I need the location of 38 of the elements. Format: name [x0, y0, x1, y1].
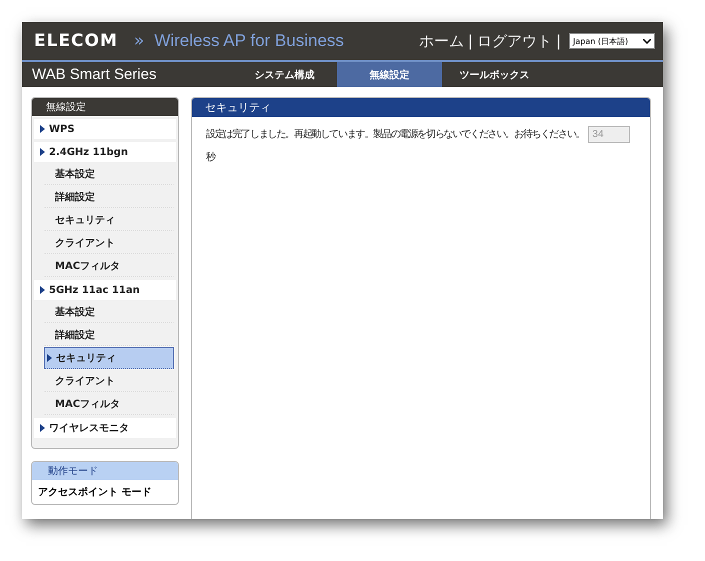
menu-group[interactable]: 5GHz 11ac 11an: [34, 280, 176, 300]
status-message: 設定は完了しました。再起動しています。製品の電源を切らないでください。お待ちください。: [206, 129, 584, 140]
menu-item[interactable]: セキュリティ: [44, 209, 174, 231]
menu-group[interactable]: 2.4GHz 11bgn: [34, 142, 176, 162]
triangle-icon: [40, 424, 45, 432]
menu-item[interactable]: MACフィルタ: [44, 255, 174, 277]
menu-item[interactable]: セキュリティ: [44, 347, 174, 369]
menu-item[interactable]: クライアント: [44, 232, 174, 254]
menu-item[interactable]: 基本設定: [44, 163, 174, 185]
header-link[interactable]: ログアウト: [476, 32, 552, 50]
logo: ELECOM: [34, 31, 118, 51]
menu-title: 無線設定: [32, 98, 178, 116]
triangle-icon: [40, 286, 45, 294]
nav-tab[interactable]: 無線設定: [337, 62, 442, 87]
triangle-icon: [47, 354, 52, 362]
menu-item[interactable]: 詳細設定: [44, 324, 174, 346]
mode-title: 動作モード: [32, 462, 178, 480]
triangle-icon: [40, 148, 45, 156]
panel-title: セキュリティ: [192, 98, 650, 117]
nav-tab[interactable]: システム構成: [232, 62, 337, 87]
product-name: Wireless AP for Business: [154, 31, 344, 51]
menu-group[interactable]: ワイヤレスモニタ: [34, 418, 176, 438]
separator: |: [556, 32, 561, 50]
menu-item[interactable]: クライアント: [44, 370, 174, 392]
caret-icon: [643, 38, 651, 44]
chevron: »: [134, 31, 144, 51]
header-link[interactable]: ホーム: [418, 32, 464, 50]
separator: |: [468, 32, 473, 50]
brand: WAB Smart Series: [31, 65, 158, 85]
unit-label: 秒: [206, 152, 216, 164]
nav-tab[interactable]: ツールボックス: [442, 62, 547, 87]
triangle-icon: [40, 125, 45, 133]
menu-group[interactable]: WPS: [34, 119, 176, 139]
menu-item[interactable]: 詳細設定: [44, 186, 174, 208]
menu-item[interactable]: MACフィルタ: [44, 393, 174, 415]
menu-item[interactable]: 基本設定: [44, 301, 174, 323]
mode-value: アクセスポイント モード: [37, 486, 152, 500]
language-select[interactable]: Japan (日本語): [569, 33, 655, 49]
